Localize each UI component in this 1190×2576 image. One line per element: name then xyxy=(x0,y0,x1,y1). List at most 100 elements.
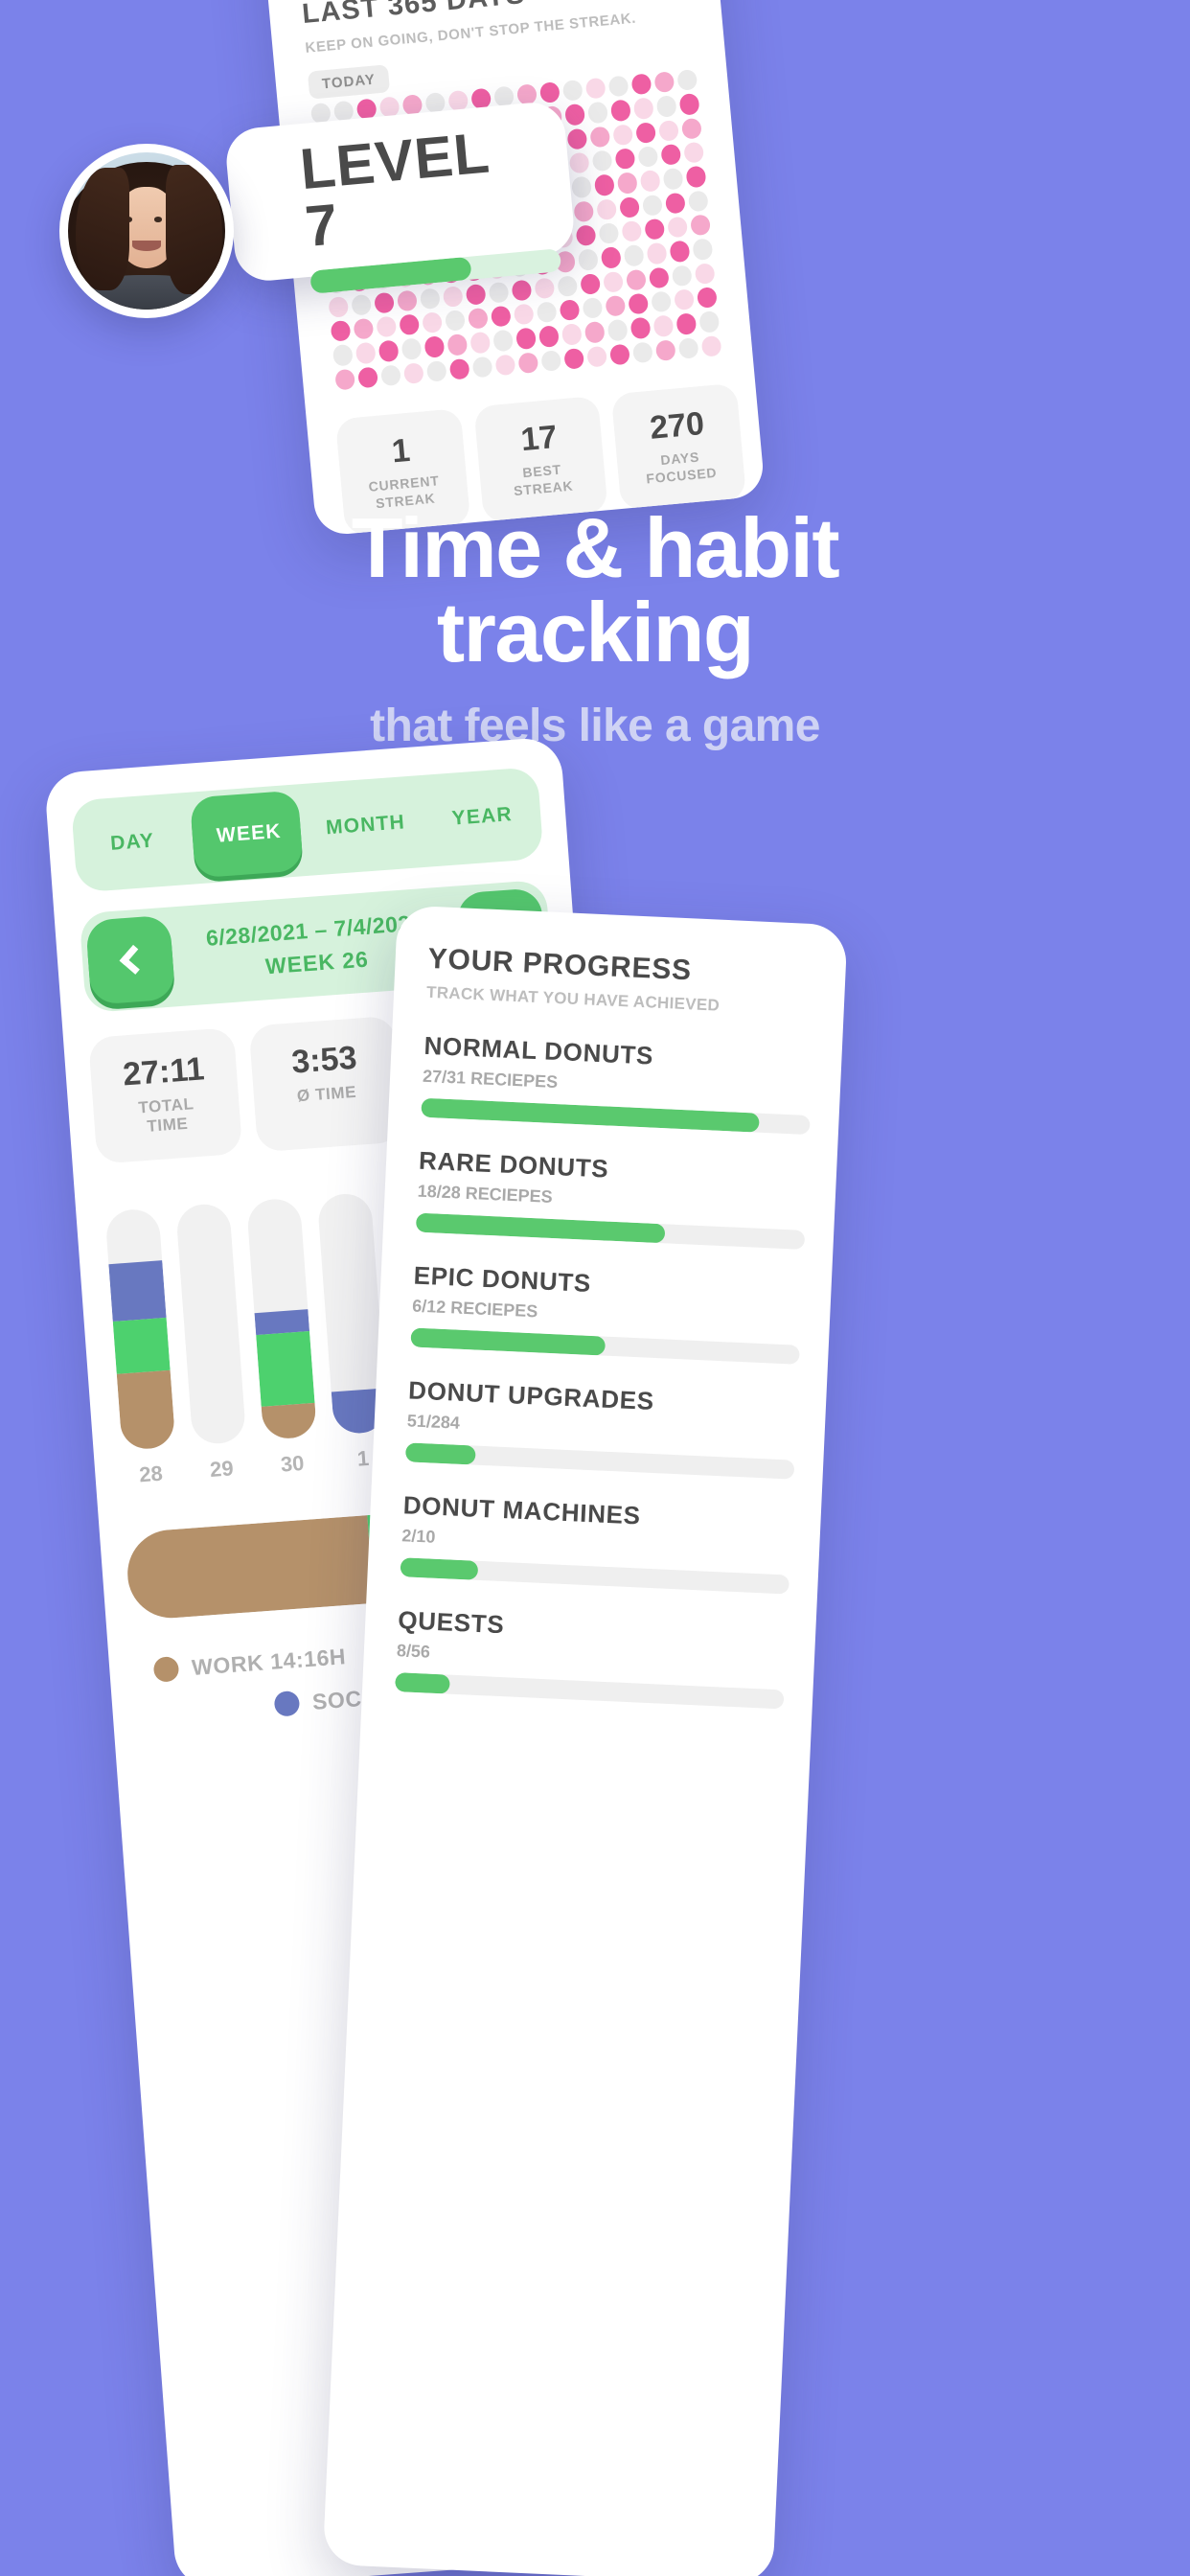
activity-dot xyxy=(700,334,722,357)
activity-dot xyxy=(397,289,418,312)
stat-label: DAYS FOCUSED xyxy=(623,446,739,490)
progress-item-track xyxy=(421,1097,811,1136)
activity-dot xyxy=(400,337,423,360)
avatar xyxy=(59,144,234,318)
progress-item-fill xyxy=(404,1442,476,1465)
activity-dot xyxy=(662,168,684,191)
headline-block: Time & habit tracking that feels like a … xyxy=(0,506,1190,752)
tab-month[interactable]: MONTH xyxy=(307,810,424,841)
activity-dot xyxy=(584,321,606,344)
progress-list-item: NORMAL DONUTS 27/31 RECIEPES xyxy=(421,1031,813,1136)
activity-dot xyxy=(655,95,677,118)
legend-label: WORK 14:16H xyxy=(191,1643,347,1680)
activity-dot xyxy=(596,197,618,220)
activity-dot xyxy=(582,297,604,320)
screenshot-stage: LAST 365 DAYS KEEP ON GOING, DON'T STOP … xyxy=(0,0,1190,2576)
progress-item-fill xyxy=(410,1327,606,1356)
activity-dot xyxy=(488,281,510,304)
avatar-eye-right xyxy=(154,217,163,222)
activity-dot xyxy=(399,313,421,336)
activity-dot xyxy=(698,310,721,334)
activity-dot xyxy=(465,283,487,306)
avatar-hair-left xyxy=(76,168,129,291)
activity-dot xyxy=(446,334,469,356)
activity-dot xyxy=(629,316,652,339)
activity-dot xyxy=(644,218,666,241)
activity-dot xyxy=(630,73,652,96)
legend-dot-icon xyxy=(152,1656,180,1684)
bar-segment xyxy=(108,1259,167,1322)
bar-track xyxy=(104,1208,176,1451)
activity-dot xyxy=(492,329,515,353)
activity-dot xyxy=(654,338,676,362)
activity-dot xyxy=(330,319,352,343)
stat-label: BEST STREAK xyxy=(485,458,601,502)
activity-dot xyxy=(609,343,630,366)
activity-dot xyxy=(469,332,492,355)
activity-dot xyxy=(334,368,356,391)
activity-dot xyxy=(692,238,714,261)
bar-label: 30 xyxy=(279,1450,306,1477)
activity-dot xyxy=(589,126,611,149)
activity-dot xyxy=(631,341,653,364)
progress-item-fill xyxy=(421,1097,760,1133)
page-title: Time & habit tracking xyxy=(67,506,1123,675)
activity-dot xyxy=(378,339,400,362)
activity-dot xyxy=(353,317,375,340)
previous-week-button[interactable] xyxy=(85,914,176,1005)
activity-dot xyxy=(376,315,398,338)
activity-dot xyxy=(566,127,588,150)
activity-dot xyxy=(586,345,607,368)
activity-dot xyxy=(517,352,539,375)
tab-day[interactable]: DAY xyxy=(73,827,191,859)
stat-label: Ø TIME xyxy=(296,1082,357,1106)
legend-item-work: WORK 14:16H xyxy=(152,1644,347,1684)
activity-dot xyxy=(468,307,489,330)
activity-dot xyxy=(573,200,595,223)
range-tab-bar[interactable]: DAY WEEK MONTH YEAR xyxy=(70,767,544,893)
activity-dot xyxy=(605,294,627,317)
progress-item-fill xyxy=(415,1212,666,1244)
stat-days-focused: 270 DAYS FOCUSED xyxy=(611,382,747,511)
progress-item-track xyxy=(395,1672,785,1710)
stat-value: 3:53 xyxy=(290,1039,358,1081)
stat-value: 270 xyxy=(648,404,706,447)
activity-dot xyxy=(355,342,377,365)
activity-dot xyxy=(623,244,645,267)
stat-label-line2: STREAK xyxy=(513,477,574,498)
activity-dot xyxy=(653,71,675,94)
activity-dot xyxy=(534,277,556,300)
bar-label: 28 xyxy=(138,1460,164,1487)
activity-dot xyxy=(676,69,698,92)
activity-dot xyxy=(671,264,693,288)
activity-dot xyxy=(351,293,373,316)
stat-value: 17 xyxy=(518,418,560,459)
activity-dot xyxy=(328,295,350,318)
stat-label-line2: FOCUSED xyxy=(645,464,718,487)
activity-dot xyxy=(639,170,661,193)
progress-item-track xyxy=(404,1442,795,1480)
bar-label: 29 xyxy=(209,1456,235,1482)
bar-label: 1 xyxy=(355,1445,370,1471)
total-bar-segment xyxy=(124,1514,374,1622)
activity-dot xyxy=(584,77,606,100)
activity-dot xyxy=(614,148,636,171)
stat-average-time: 3:53 Ø TIME xyxy=(248,1015,403,1153)
activity-dot xyxy=(540,349,562,372)
progress-item-track xyxy=(415,1212,806,1250)
activity-dot xyxy=(563,347,585,370)
activity-dot xyxy=(580,272,602,295)
activity-dot xyxy=(674,288,695,311)
stat-label-line1: DAYS xyxy=(659,448,700,469)
bar-track xyxy=(245,1197,318,1440)
activity-dot xyxy=(626,268,647,291)
bar-column: 28 xyxy=(104,1208,178,1488)
activity-dot xyxy=(609,99,631,122)
progress-list-item: EPIC DONUTS 6/12 RECIEPES xyxy=(410,1261,803,1365)
tab-year[interactable]: YEAR xyxy=(423,801,541,833)
progress-list-item: DONUT UPGRADES 51/284 xyxy=(404,1375,798,1480)
headline-line1: Time & habit xyxy=(351,500,840,595)
activity-dot xyxy=(448,357,470,380)
week-range-text: 6/28/2021 – 7/4/2021 WEEK 26 xyxy=(205,909,426,983)
activity-dot xyxy=(494,354,516,377)
